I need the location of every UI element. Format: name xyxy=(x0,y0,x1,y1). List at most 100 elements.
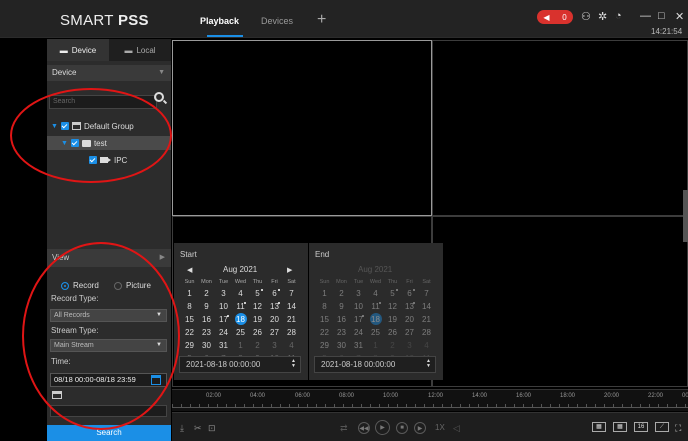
add-tab-button[interactable]: + xyxy=(317,11,326,29)
calendar-day[interactable]: 16 xyxy=(333,313,350,326)
calendar-day[interactable]: 25 xyxy=(367,326,384,339)
calendar-day[interactable]: 1 xyxy=(316,287,333,300)
calendar-day[interactable]: 1 xyxy=(181,287,198,300)
sync-icon[interactable]: ⇄ xyxy=(340,423,348,434)
calendar-day[interactable]: 27 xyxy=(266,326,283,339)
device-section-header[interactable]: Device ▼ xyxy=(47,65,171,81)
search-button[interactable]: Search xyxy=(47,425,171,441)
calendar-day[interactable]: 1 xyxy=(232,339,249,352)
calendar-day[interactable]: 2 xyxy=(333,287,350,300)
calendar-day[interactable]: 7 xyxy=(283,287,300,300)
expand-arrow-icon[interactable]: ▼ xyxy=(51,123,58,130)
volume-icon[interactable]: ◁ xyxy=(453,423,460,434)
calendar-day[interactable]: 21 xyxy=(418,313,435,326)
calendar-day[interactable]: 4 xyxy=(283,339,300,352)
calendar-day[interactable]: 27 xyxy=(401,326,418,339)
rewind-button[interactable]: ◀◀ xyxy=(358,422,370,434)
tab-devices[interactable]: Devices xyxy=(261,16,293,26)
end-datetime-input[interactable]: 2021-08-18 00:00:00 ▲ ▼ xyxy=(314,356,436,373)
performance-icon[interactable]: ◔ xyxy=(615,10,622,22)
calendar-day[interactable]: 26 xyxy=(384,326,401,339)
calendar-day[interactable]: 15 xyxy=(316,313,333,326)
calendar-day[interactable]: 30 xyxy=(198,339,215,352)
view-section-header[interactable]: View ▶ xyxy=(47,249,171,267)
tree-checkbox[interactable] xyxy=(70,139,79,147)
calendar-day[interactable]: 6 xyxy=(401,287,418,300)
fullscreen-icon[interactable]: ⛶ xyxy=(675,423,681,434)
calendar-day[interactable]: 30 xyxy=(333,339,350,352)
calendar-day[interactable]: 20 xyxy=(401,313,418,326)
tab-playback[interactable]: Playback xyxy=(200,16,239,26)
video-pane-1[interactable] xyxy=(172,40,432,216)
calendar-icon[interactable] xyxy=(151,375,161,385)
tree-item-test[interactable]: ▼ test xyxy=(47,136,171,150)
calendar-day[interactable]: 19 xyxy=(249,313,266,326)
next-month-icon[interactable]: ▶ xyxy=(287,266,292,274)
tree-item-ipc[interactable]: IPC xyxy=(89,153,169,167)
calendar-day[interactable]: 10 xyxy=(215,300,232,313)
layout-16-button[interactable]: 16 xyxy=(634,422,648,432)
empty-field[interactable] xyxy=(50,405,167,417)
timeline[interactable]: 02:00 04:00 06:00 08:00 10:00 12:00 14:00 16:00… xyxy=(172,389,688,411)
tree-checkbox[interactable] xyxy=(60,122,69,130)
calendar-day[interactable]: 28 xyxy=(283,326,300,339)
calendar-day[interactable]: 23 xyxy=(198,326,215,339)
calendar-day[interactable]: 14 xyxy=(418,300,435,313)
maximize-icon[interactable]: □ xyxy=(658,10,665,22)
calendar-day[interactable]: 9 xyxy=(198,300,215,313)
layout-4-button[interactable]: ▦ xyxy=(592,422,606,432)
calendar-day[interactable]: 4 xyxy=(418,339,435,352)
calendar-day[interactable]: 12 xyxy=(384,300,401,313)
calendar-day[interactable]: 7 xyxy=(418,287,435,300)
calendar-day[interactable]: 1 xyxy=(367,339,384,352)
calendar-day[interactable]: 11 xyxy=(232,300,249,313)
calendar-day[interactable]: 21 xyxy=(283,313,300,326)
close-icon[interactable]: ✕ xyxy=(675,10,684,23)
calendar-day[interactable]: 31 xyxy=(350,339,367,352)
search-icon[interactable] xyxy=(154,92,164,102)
calendar-day[interactable]: 24 xyxy=(215,326,232,339)
calendar-day[interactable]: 3 xyxy=(215,287,232,300)
calendar-day[interactable]: 24 xyxy=(350,326,367,339)
tree-item-default-group[interactable]: ▼ Default Group xyxy=(51,119,169,133)
calendar-day[interactable]: 29 xyxy=(181,339,198,352)
calendar-day[interactable]: 4 xyxy=(367,287,384,300)
draw-icon[interactable]: ⟋ xyxy=(655,422,669,432)
download-icon[interactable]: ⤓ xyxy=(180,423,184,434)
calendar-day[interactable]: 22 xyxy=(316,326,333,339)
expand-arrow-icon[interactable]: ▼ xyxy=(61,140,68,147)
calendar-day[interactable]: 23 xyxy=(333,326,350,339)
collapse-handle[interactable] xyxy=(683,190,688,242)
calendar-day[interactable]: 17 xyxy=(215,313,232,326)
calendar-day[interactable]: 8 xyxy=(181,300,198,313)
calendar-day[interactable]: 13 xyxy=(401,300,418,313)
calendar-day[interactable]: 3 xyxy=(350,287,367,300)
calendar-day[interactable]: 26 xyxy=(249,326,266,339)
calendar-day[interactable]: 13 xyxy=(266,300,283,313)
calendar-day[interactable]: 28 xyxy=(418,326,435,339)
radio-record[interactable]: Record xyxy=(61,281,99,290)
calendar-day[interactable]: 14 xyxy=(283,300,300,313)
calendar-day[interactable]: 5 xyxy=(384,287,401,300)
calendar-day[interactable]: 5 xyxy=(249,287,266,300)
prev-month-icon[interactable]: ◀ xyxy=(187,266,192,274)
user-icon[interactable]: ⚇ xyxy=(581,10,591,23)
video-pane-2[interactable] xyxy=(432,40,688,216)
record-type-select[interactable]: All Records ▼ xyxy=(50,309,167,322)
tab-local[interactable]: ▬ Local xyxy=(109,39,171,61)
snapshot-icon[interactable]: ⊡ xyxy=(208,423,216,434)
calendar-day[interactable]: 2 xyxy=(198,287,215,300)
calendar-day[interactable]: 31 xyxy=(215,339,232,352)
video-pane-4[interactable] xyxy=(432,216,688,387)
calendar-small-icon[interactable] xyxy=(52,391,62,399)
calendar-day[interactable]: 11 xyxy=(367,300,384,313)
minimize-icon[interactable]: — xyxy=(640,10,651,22)
time-range-input[interactable]: 08/18 00:00-08/18 23:59 xyxy=(50,373,167,387)
calendar-day[interactable]: 8 xyxy=(316,300,333,313)
alarm-badge[interactable]: ◀ 0 xyxy=(537,10,573,24)
calendar-day[interactable]: 2 xyxy=(384,339,401,352)
calendar-day[interactable]: 6 xyxy=(266,287,283,300)
tree-checkbox[interactable] xyxy=(89,156,97,164)
calendar-day[interactable]: 16 xyxy=(198,313,215,326)
search-input[interactable]: Search xyxy=(49,95,157,109)
